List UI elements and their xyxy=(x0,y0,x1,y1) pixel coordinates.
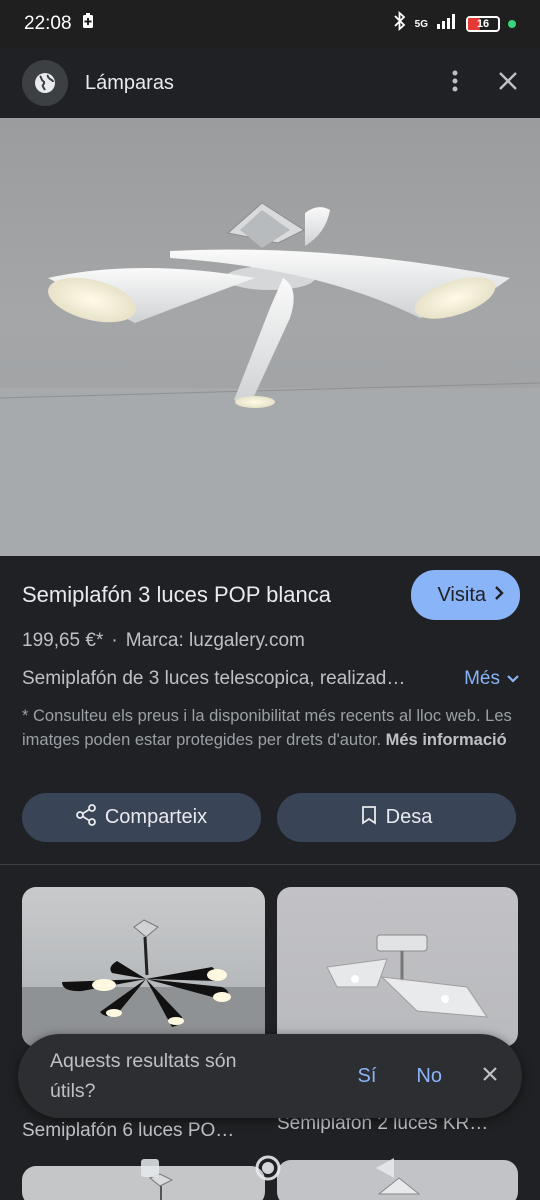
battery-icon: 16 xyxy=(466,16,500,32)
status-time: 22:08 xyxy=(24,13,72,34)
product-description: Semiplafón de 3 luces telescopica, reali… xyxy=(22,668,406,689)
divider xyxy=(0,864,540,865)
bookmark-icon xyxy=(361,805,377,831)
product-title: Semiplafón 3 luces POP blanca xyxy=(22,582,331,607)
close-icon[interactable] xyxy=(498,71,518,96)
share-button-label: Comparteix xyxy=(104,806,208,828)
more-button[interactable]: Més xyxy=(464,668,520,690)
product-price: 199,65 €* xyxy=(22,630,104,651)
network-label: 5G xyxy=(414,18,428,30)
more-options-icon[interactable] xyxy=(452,69,458,98)
visit-button[interactable]: Visita xyxy=(411,570,520,620)
related-image-1[interactable] xyxy=(22,887,265,1047)
status-bar: 22:08 5G 16 xyxy=(0,0,540,48)
product-image[interactable] xyxy=(0,118,540,556)
top-bar: Lámparas xyxy=(0,48,540,118)
meta-separator: · xyxy=(111,630,118,651)
save-button[interactable]: Desa xyxy=(277,793,516,842)
disclaimer: * Consulteu els preus i la disponibilita… xyxy=(22,704,520,752)
privacy-indicator-dot xyxy=(508,20,516,28)
battery-saver-icon xyxy=(82,13,94,35)
home-icon[interactable] xyxy=(254,1154,282,1187)
more-info-link[interactable]: Més informació xyxy=(386,731,507,749)
feedback-toast: Aquests resultats són útils? Sí No xyxy=(18,1034,522,1118)
chevron-down-icon xyxy=(506,668,520,690)
product-meta: 199,65 €* · Marca: luzgalery.com xyxy=(22,630,520,652)
close-icon[interactable] xyxy=(482,1065,498,1088)
visit-button-label: Visita xyxy=(437,583,486,606)
save-button-label: Desa xyxy=(385,806,433,828)
globe-icon[interactable] xyxy=(22,60,68,106)
back-icon[interactable] xyxy=(374,1156,396,1185)
battery-level: 16 xyxy=(476,18,490,30)
share-icon xyxy=(75,803,96,832)
recent-apps-icon[interactable] xyxy=(140,1158,160,1185)
chevron-right-icon xyxy=(494,584,504,607)
system-nav-bar xyxy=(0,1150,540,1200)
feedback-no-button[interactable]: No xyxy=(416,1065,442,1088)
share-button[interactable]: Comparteix xyxy=(22,793,261,842)
feedback-yes-button[interactable]: Sí xyxy=(358,1065,377,1088)
feedback-question: Aquests resultats són útils? xyxy=(50,1050,237,1102)
product-info: Semiplafón 3 luces POP blanca Visita 199… xyxy=(22,570,520,752)
more-button-label: Més xyxy=(464,668,500,689)
related-caption-1[interactable]: Semiplafón 6 luces PO… xyxy=(22,1120,234,1142)
product-brand: Marca: luzgalery.com xyxy=(125,630,305,651)
signal-icon xyxy=(436,13,458,35)
page-title: Lámparas xyxy=(85,71,174,94)
action-buttons: Comparteix Desa xyxy=(22,793,516,842)
bluetooth-icon xyxy=(393,10,407,37)
related-image-2[interactable] xyxy=(277,887,518,1047)
